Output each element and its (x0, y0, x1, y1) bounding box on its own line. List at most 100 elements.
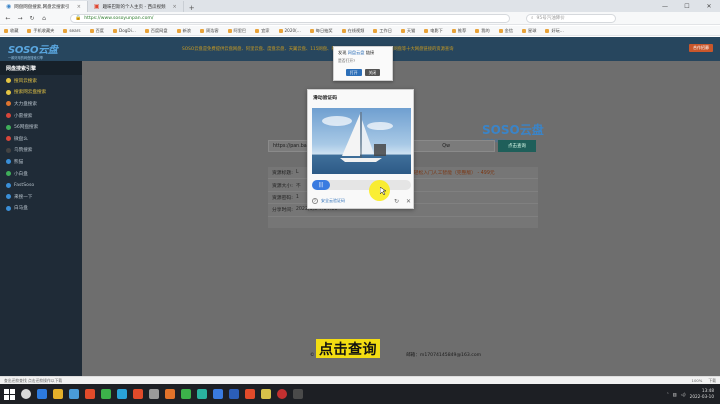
star-icon (4, 28, 8, 33)
sidebar-item[interactable]: FastSoso (0, 179, 82, 191)
system-clock[interactable]: 13:48 2022-03-10 (690, 388, 714, 400)
puzzle-slot (374, 144, 386, 156)
bookmark-item[interactable]: 金信 (498, 28, 513, 34)
forward-icon[interactable]: → (16, 15, 24, 22)
bookmark-item[interactable]: 手机收藏夹 (27, 28, 54, 34)
back-icon[interactable]: ← (4, 15, 12, 22)
taskbar-app-icon[interactable] (37, 389, 47, 399)
folder-icon (89, 28, 94, 33)
taskbar-app-icon[interactable] (165, 389, 175, 399)
brand-title: SOSO云盘 (482, 123, 544, 137)
folder-icon (144, 28, 149, 33)
bookmark-item[interactable]: sears (63, 28, 81, 33)
engine-icon (6, 101, 11, 107)
network-icon[interactable]: ▥ (673, 392, 677, 397)
bookmark-item[interactable]: 收藏 (4, 28, 18, 34)
bookmark-item[interactable]: 新浪 (176, 28, 191, 34)
taskbar-app-icon[interactable] (261, 389, 271, 399)
taskbar-app-icon[interactable] (245, 389, 255, 399)
search-submit-button[interactable]: 点击查询 (498, 140, 536, 152)
bookmark-item[interactable]: 周浩客 (199, 28, 219, 34)
reload-icon[interactable]: ↻ (28, 15, 36, 22)
bookmark-item[interactable]: 百度网盘 (144, 28, 168, 34)
search-placeholder: 95号汽油降价 (536, 16, 565, 21)
sidebar-item[interactable]: 小雷搜索 (0, 110, 82, 122)
logo-subtext: 一款好用的网盘搜索引擎 (8, 56, 44, 60)
bookmark-item[interactable]: 百度 (89, 28, 104, 34)
browser-tab-active[interactable]: ◉ 网盘网盘搜索,网盘云搜索引 × (0, 1, 88, 12)
taskbar-app-icon[interactable] (53, 389, 63, 399)
folder-icon (278, 28, 283, 33)
sidebar-item[interactable]: 小白盘 (0, 168, 82, 180)
sidebar: 网盘搜索引擎 搜风云搜索 搜索网云盘搜索 大力盘搜索 小雷搜索 56网盘搜索 微… (0, 61, 82, 381)
bookmark-item[interactable]: 电影下 (424, 28, 443, 34)
taskbar-app-icon[interactable] (85, 389, 95, 399)
close-tab-icon[interactable]: × (173, 4, 177, 10)
tray-chevron-icon[interactable]: ˄ (667, 392, 669, 397)
sidebar-item[interactable]: 搜索网云盘搜索 (0, 87, 82, 99)
bookmark-item[interactable]: 推荐 (451, 28, 466, 34)
taskbar-app-icon[interactable] (21, 389, 31, 399)
taskbar-app-icon[interactable] (149, 389, 159, 399)
download-button[interactable]: 下载 (708, 378, 716, 384)
bookmark-item[interactable]: 好玩... (545, 28, 564, 34)
sidebar-item[interactable]: 乌鸦搜索 (0, 145, 82, 157)
close-icon[interactable]: ✕ (406, 198, 411, 205)
header-button[interactable]: 合作招募 (689, 44, 713, 52)
taskbar-app-icon[interactable] (101, 389, 111, 399)
bookmark-item[interactable]: 宜家 (255, 28, 270, 34)
taskbar-app-icon[interactable] (229, 389, 239, 399)
browser-tab[interactable]: ▣ 趣味巴斯的个人主页 - 西瓜视频 × (88, 1, 184, 12)
zoom-level[interactable]: 100% (692, 378, 703, 384)
captcha-slider-track[interactable]: ||| (312, 180, 411, 190)
bookmark-item[interactable]: 天猫 (400, 28, 415, 34)
new-tab-button[interactable]: + (184, 4, 200, 12)
taskbar-app-icon[interactable] (277, 389, 287, 399)
slider-handle[interactable]: ||| (312, 180, 330, 190)
taskbar-app-icon[interactable] (133, 389, 143, 399)
sidebar-title: 网盘搜索引擎 (0, 61, 82, 75)
taskbar-app-icon[interactable] (213, 389, 223, 399)
popup-open-button[interactable]: 打开 (346, 69, 362, 76)
site-logo[interactable]: SOSO云盘 一款好用的网盘搜索引擎 (8, 41, 78, 60)
taskbar-app-icon[interactable] (293, 389, 303, 399)
bookmark-item[interactable]: 阿里巴 (227, 28, 246, 34)
refresh-icon[interactable]: ↻ (394, 198, 399, 205)
engine-icon (6, 78, 11, 84)
sidebar-item[interactable]: 微盘么 (0, 133, 82, 145)
bookmark-item[interactable]: DogDi... (112, 28, 136, 33)
address-bar[interactable]: 🔒 https://www.sosoyunpan.com/ (70, 13, 510, 23)
volume-icon[interactable]: ◁) (681, 392, 686, 397)
taskbar-app-icon[interactable] (197, 389, 207, 399)
engine-icon (6, 194, 11, 200)
popup-close-button[interactable]: 关闭 (364, 69, 381, 76)
bookmark-item[interactable]: 2020(... (278, 28, 301, 33)
engine-icon (6, 205, 11, 211)
windows-start-icon[interactable] (4, 388, 15, 400)
taskbar-app-icon[interactable] (181, 389, 191, 399)
sidebar-item[interactable]: 搜风云搜索 (0, 75, 82, 87)
sidebar-item[interactable]: 56网盘搜索 (0, 121, 82, 133)
folder-icon (63, 28, 68, 33)
taskbar-app-icon[interactable] (69, 389, 79, 399)
sidebar-item[interactable]: 来搜一下 (0, 191, 82, 203)
sidebar-item[interactable]: 白马盘 (0, 203, 82, 215)
bookmark-item[interactable]: 我的 (475, 28, 490, 34)
maximize-icon[interactable]: ☐ (676, 0, 698, 12)
home-icon[interactable]: ⌂ (40, 15, 48, 22)
bookmark-item[interactable]: 每日抽奖 (309, 28, 333, 34)
close-tab-icon[interactable]: × (77, 4, 81, 10)
bookmark-item[interactable]: 在线视频 (341, 28, 364, 34)
sidebar-item[interactable]: 熊猫 (0, 156, 82, 168)
minimize-icon[interactable]: — (654, 0, 676, 12)
logo-text: SOSO云盘 (8, 45, 58, 56)
sidebar-item[interactable]: 大力盘搜索 (0, 98, 82, 110)
browser-search-input[interactable]: ⌕ 95号汽油降价 (526, 13, 616, 23)
url-text: https://www.sosoyunpan.com/ (84, 15, 154, 21)
close-window-icon[interactable]: ✕ (698, 0, 720, 12)
folder-icon (400, 28, 405, 33)
bookmark-item[interactable]: 星球 (522, 28, 536, 34)
help-icon[interactable]: ? (312, 198, 318, 204)
taskbar-app-icon[interactable] (117, 389, 127, 399)
bookmark-item[interactable]: 工作日 (373, 28, 392, 34)
